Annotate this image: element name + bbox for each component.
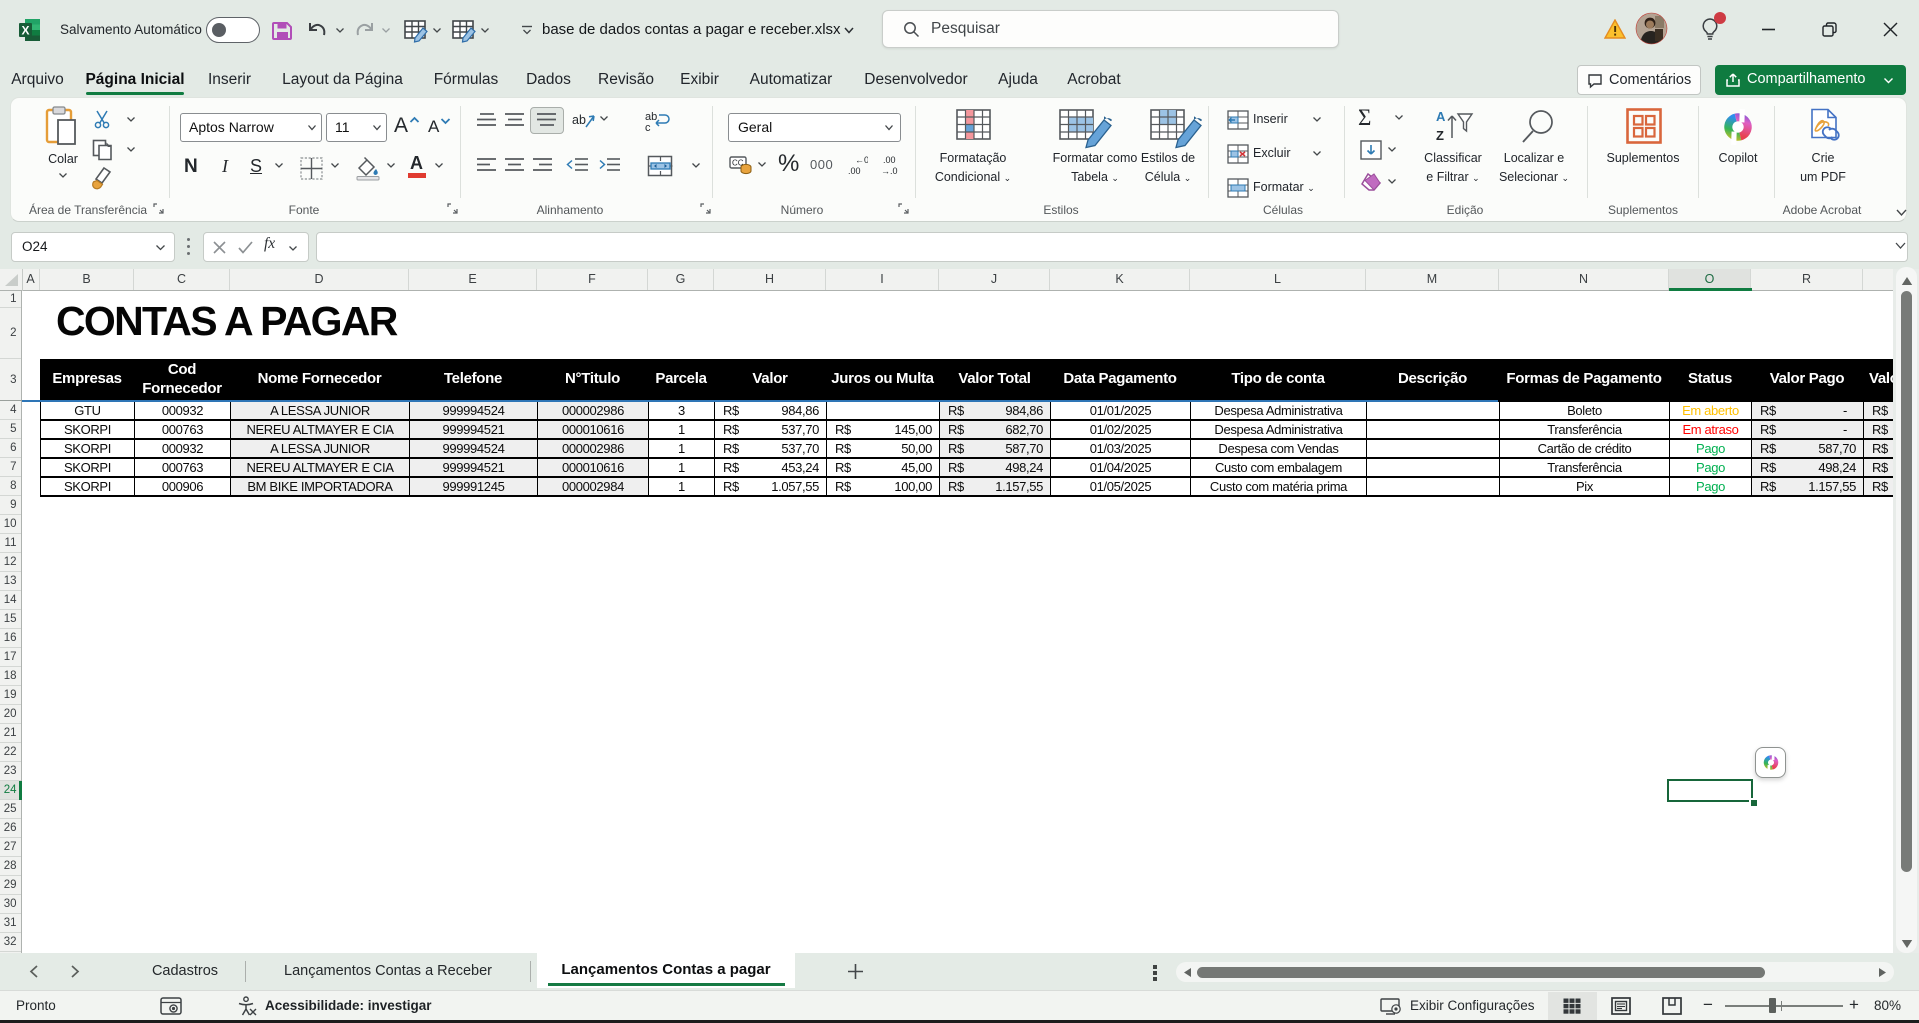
svg-text:X: X (21, 24, 29, 38)
svg-text:Z: Z (1436, 128, 1444, 143)
svg-text:←0: ←0 (855, 155, 868, 165)
svg-text:c: c (645, 122, 651, 134)
svg-text:ab: ab (572, 113, 586, 127)
svg-text:.00: .00 (883, 155, 896, 165)
svg-text:→.0: →.0 (881, 166, 898, 176)
svg-text:.00: .00 (848, 166, 861, 176)
svg-text:A: A (1436, 109, 1446, 124)
